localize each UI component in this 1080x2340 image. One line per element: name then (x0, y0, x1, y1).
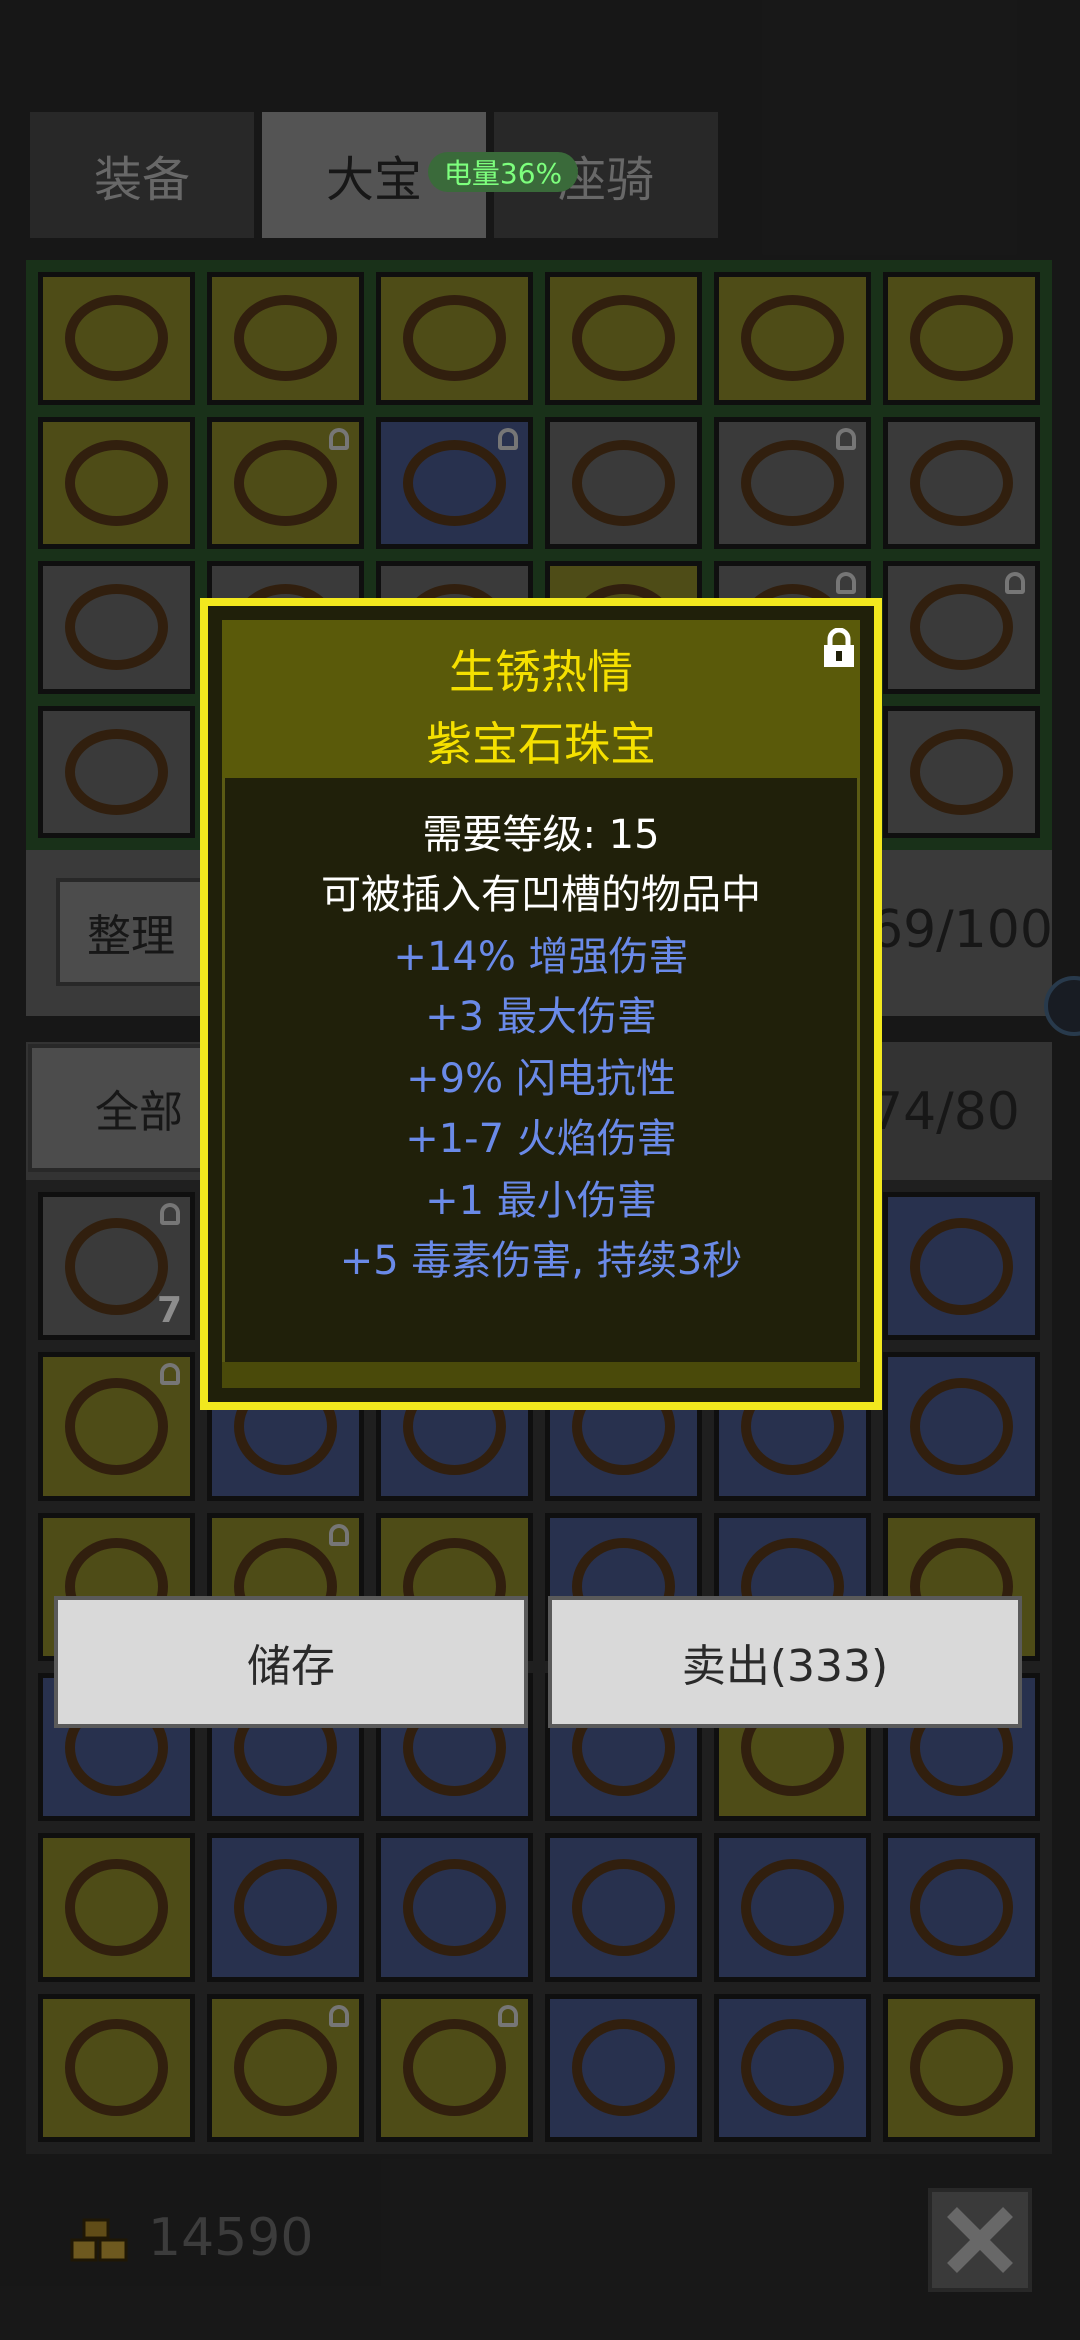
battery-badge: 电量36% (428, 152, 578, 192)
item-stat: +3 最大伤害 (425, 994, 657, 1040)
item-stat: +1-7 火焰伤害 (405, 1116, 677, 1162)
item-name: 生锈热情 (449, 645, 633, 699)
item-requirement: 需要等级: 15 (422, 812, 660, 858)
item-stat: +5 毒素伤害, 持续3秒 (339, 1238, 743, 1284)
sell-button[interactable]: 卖出(333) (548, 1596, 1022, 1728)
store-button[interactable]: 储存 (54, 1596, 528, 1728)
item-socket-note: 可被插入有凹槽的物品中 (321, 872, 761, 918)
item-stat: +14% 增强伤害 (393, 934, 689, 980)
item-stat: +9% 闪电抗性 (406, 1056, 676, 1102)
tooltip-footer (222, 1362, 860, 1388)
item-tooltip: 生锈热情 紫宝石珠宝 需要等级: 15 可被插入有凹槽的物品中 +14% 增强伤… (200, 598, 882, 1410)
item-type: 紫宝石珠宝 (426, 717, 656, 771)
item-stat: +1 最小伤害 (425, 1178, 657, 1224)
